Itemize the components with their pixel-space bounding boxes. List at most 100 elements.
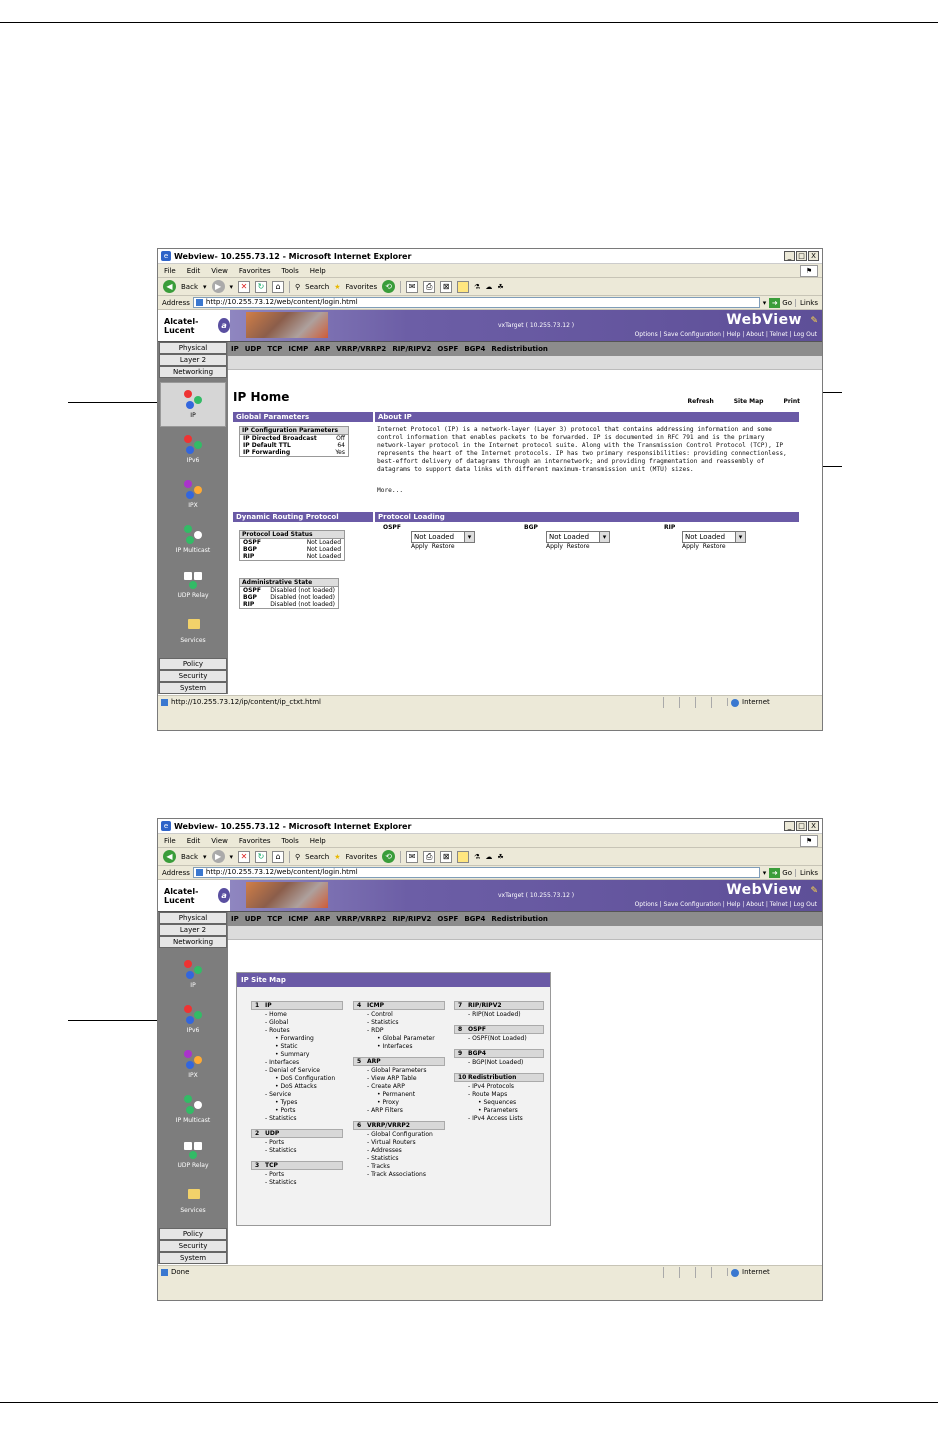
category-physical[interactable]: Physical (159, 912, 227, 924)
messenger-icon[interactable]: ☁ (485, 853, 492, 861)
search-button[interactable]: Search (305, 853, 329, 861)
site-map-group-header[interactable]: 1 IP (251, 1001, 343, 1010)
menu-help[interactable]: Help (310, 267, 326, 275)
address-dropdown-icon[interactable]: ▾ (763, 299, 767, 307)
site-map-link[interactable]: - Global Configuration (353, 1131, 445, 1139)
edit-icon[interactable]: ⊠ (440, 280, 453, 293)
tab-ip[interactable]: IP (231, 915, 239, 923)
site-map-link[interactable]: • Permanent (353, 1091, 445, 1099)
site-map-link[interactable]: - Home (251, 1011, 343, 1019)
notes-icon[interactable] (457, 850, 470, 863)
nav-item-ip-multicast[interactable]: IP Multicast (160, 1087, 226, 1132)
refresh-icon[interactable]: ↻ (255, 280, 268, 293)
back-arrow-icon[interactable]: ◀ (163, 280, 176, 293)
nav-item-ipv6[interactable]: IPv6 (160, 427, 226, 472)
site-map-link[interactable]: - Interfaces (251, 1059, 343, 1067)
mail-icon[interactable]: ✉ (406, 850, 419, 863)
category-policy[interactable]: Policy (159, 1228, 227, 1240)
tab-icmp[interactable]: ICMP (288, 915, 308, 923)
site-map-link[interactable]: • DoS Attacks (251, 1083, 343, 1091)
apply-button[interactable]: Apply (411, 543, 428, 550)
site-map-link[interactable]: - Track Associations (353, 1171, 445, 1179)
home-icon[interactable]: ⌂ (272, 850, 285, 863)
site-map-link[interactable]: Site Map (734, 398, 764, 405)
restore-button[interactable]: Restore (703, 543, 726, 550)
back-button[interactable]: Back (181, 283, 198, 291)
rip-load-select[interactable]: Not Loaded (682, 531, 746, 543)
site-map-group-header[interactable]: 7 RIP/RIPV2 (454, 1001, 544, 1010)
people-icon[interactable]: ☘ (497, 853, 503, 861)
tab-ospf[interactable]: OSPF (437, 915, 458, 923)
nav-item-services[interactable]: Services (160, 1177, 226, 1222)
tab-arp[interactable]: ARP (314, 345, 330, 353)
header-links[interactable]: Options | Save Configuration | Help | Ab… (635, 901, 817, 908)
search-icon[interactable]: ⚲ (295, 853, 300, 861)
site-map-link[interactable]: - Service (251, 1091, 343, 1099)
menu-edit[interactable]: Edit (187, 837, 201, 845)
site-map-link[interactable]: - Denial of Service (251, 1067, 343, 1075)
maximize-button[interactable]: □ (796, 821, 807, 831)
site-map-link[interactable]: - Global Parameters (353, 1067, 445, 1075)
nav-item-ipx[interactable]: IPX (160, 472, 226, 517)
nav-item-ipv6[interactable]: IPv6 (160, 997, 226, 1042)
restore-button[interactable]: Restore (432, 543, 455, 550)
nav-item-ip[interactable]: IP (160, 382, 226, 427)
nav-item-udp-relay[interactable]: UDP Relay (160, 562, 226, 607)
category-networking[interactable]: Networking (159, 936, 227, 948)
site-map-link[interactable]: - IPv4 Protocols (454, 1083, 544, 1091)
favorites-star-icon[interactable]: ★ (334, 283, 340, 291)
tab-redistribution[interactable]: Redistribution (491, 345, 547, 353)
menu-view[interactable]: View (211, 837, 228, 845)
research-icon[interactable]: ⚗ (474, 283, 480, 291)
edit-icon[interactable]: ⊠ (440, 850, 453, 863)
ospf-load-select[interactable]: Not Loaded (411, 531, 475, 543)
nav-item-services[interactable]: Services (160, 607, 226, 652)
address-dropdown-icon[interactable]: ▾ (763, 869, 767, 877)
site-map-group-header[interactable]: 2 UDP (251, 1129, 343, 1138)
forward-dropdown-icon[interactable]: ▾ (230, 853, 234, 861)
refresh-link[interactable]: Refresh (688, 398, 714, 405)
site-map-link[interactable]: - BGP(Not Loaded) (454, 1059, 544, 1067)
site-map-link[interactable]: • Ports (251, 1107, 343, 1115)
people-icon[interactable]: ☘ (497, 283, 503, 291)
favorites-button[interactable]: Favorites (346, 283, 378, 291)
tab-redistribution[interactable]: Redistribution (491, 915, 547, 923)
site-map-link[interactable]: - Virtual Routers (353, 1139, 445, 1147)
category-layer2[interactable]: Layer 2 (159, 924, 227, 936)
site-map-link[interactable]: - Statistics (353, 1019, 445, 1027)
tab-bgp4[interactable]: BGP4 (464, 915, 485, 923)
site-map-link[interactable]: - Addresses (353, 1147, 445, 1155)
favorites-button[interactable]: Favorites (346, 853, 378, 861)
site-map-link[interactable]: - Route Maps (454, 1091, 544, 1099)
favorites-star-icon[interactable]: ★ (334, 853, 340, 861)
search-button[interactable]: Search (305, 283, 329, 291)
stop-icon[interactable]: ✕ (238, 850, 251, 863)
nav-item-udp-relay[interactable]: UDP Relay (160, 1132, 226, 1177)
site-map-link[interactable]: - Ports (251, 1171, 343, 1179)
site-map-link[interactable]: - Statistics (251, 1179, 343, 1187)
site-map-link[interactable]: • Parameters (454, 1107, 544, 1115)
tab-arp[interactable]: ARP (314, 915, 330, 923)
home-icon[interactable]: ⌂ (272, 280, 285, 293)
mail-icon[interactable]: ✉ (406, 280, 419, 293)
close-button[interactable]: X (808, 251, 819, 261)
site-map-link[interactable]: • Interfaces (353, 1043, 445, 1051)
menu-file[interactable]: File (164, 837, 176, 845)
site-map-link[interactable]: - Statistics (251, 1147, 343, 1155)
site-map-link[interactable]: • DoS Configuration (251, 1075, 343, 1083)
site-map-link[interactable]: - RDP (353, 1027, 445, 1035)
site-map-group-header[interactable]: 5 ARP (353, 1057, 445, 1066)
menu-tools[interactable]: Tools (282, 267, 299, 275)
print-icon[interactable]: ⎙ (423, 280, 436, 293)
header-links[interactable]: Options | Save Configuration | Help | Ab… (635, 331, 817, 338)
site-map-link[interactable]: • Types (251, 1099, 343, 1107)
go-button[interactable]: ➜ Go (769, 297, 792, 308)
tab-rip[interactable]: RIP/RIPV2 (392, 915, 431, 923)
stop-icon[interactable]: ✕ (238, 280, 251, 293)
site-map-link[interactable]: - Tracks (353, 1163, 445, 1171)
print-icon[interactable]: ⎙ (423, 850, 436, 863)
site-map-link[interactable]: - ARP Filters (353, 1107, 445, 1115)
history-icon[interactable]: ⟲ (382, 850, 396, 863)
maximize-button[interactable]: □ (796, 251, 807, 261)
site-map-link[interactable]: • Proxy (353, 1099, 445, 1107)
